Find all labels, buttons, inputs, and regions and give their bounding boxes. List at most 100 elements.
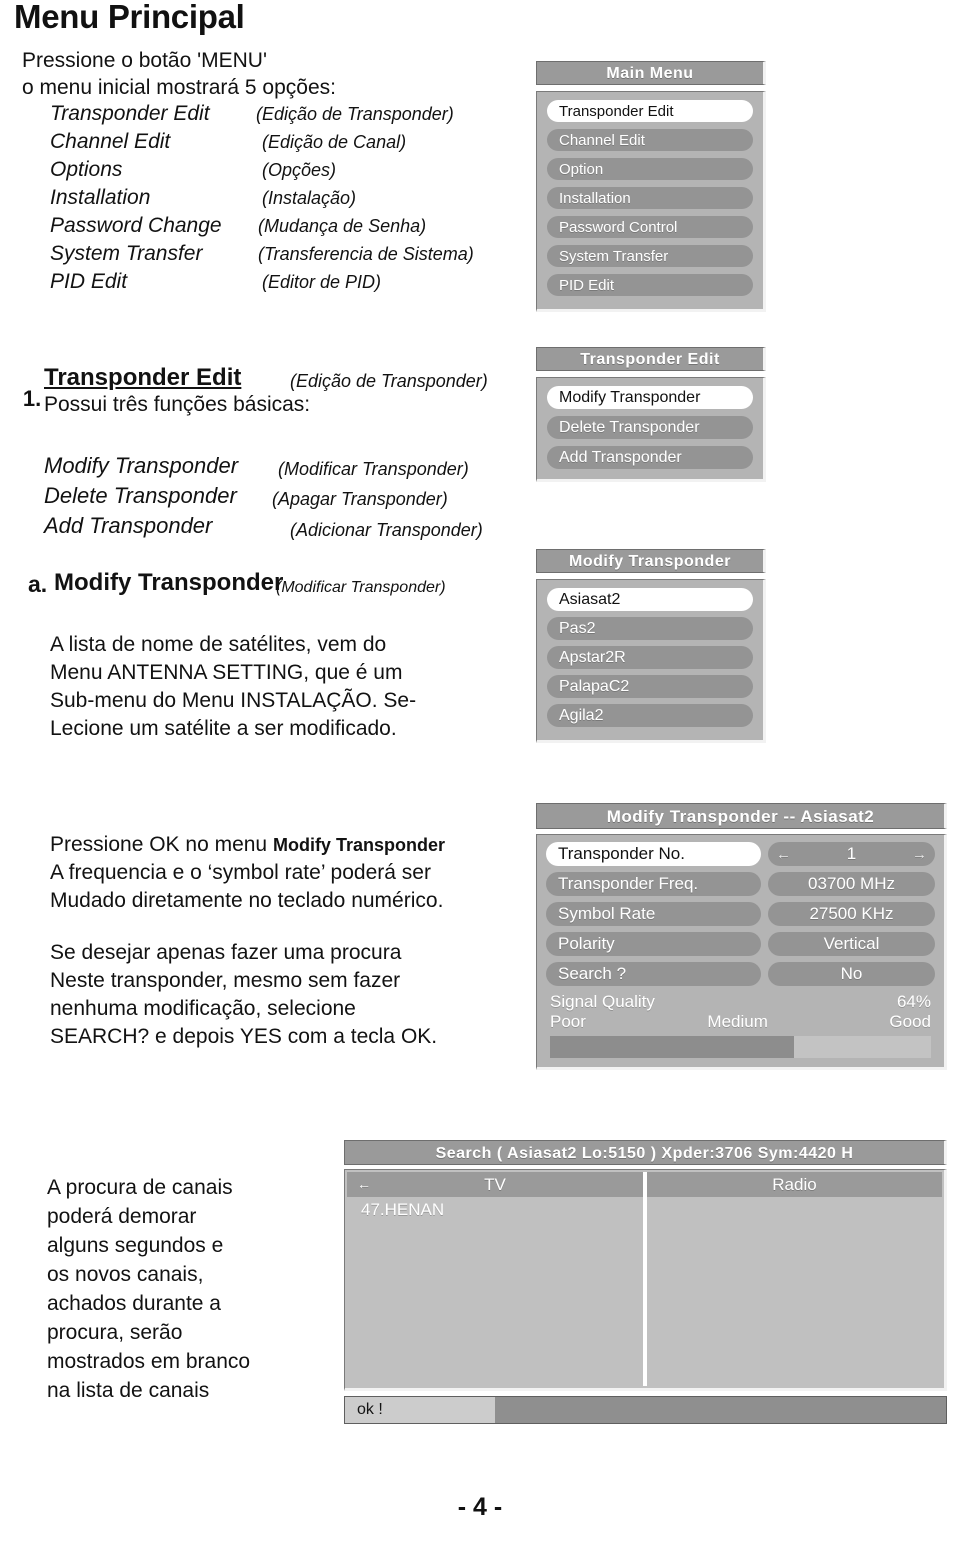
transponder-edit-item-label: Modify Transponder	[559, 388, 701, 406]
main-menu-item-label: Transponder Edit	[559, 102, 674, 120]
section1-func-en-0: Modify Transponder	[44, 453, 239, 478]
main-menu-title: Main Menu	[536, 61, 766, 85]
tv-list-header: ← TV	[347, 1172, 643, 1197]
section1-subtitle: Possui três funções básicas:	[44, 393, 311, 416]
signal-quality-percent: 64%	[896, 992, 931, 1011]
section1-func-pt-2: (Adicionar Transponder)	[290, 520, 483, 540]
section-b-para1-bold: Modify Transponder	[272, 835, 445, 855]
section-a-body-2: Sub-menu do Menu INSTALAÇÃO. Se-	[50, 689, 417, 712]
intro-option-pt-5: (Transferencia de Sistema)	[258, 244, 474, 264]
section-c-line-4: achados durante a	[47, 1292, 221, 1315]
section1-func-en-1: Delete Transponder	[44, 483, 237, 508]
page-number: - 4 -	[457, 1493, 503, 1521]
detail-label-text: Search ?	[558, 964, 627, 983]
section1-func-en-2: Add Transponder	[44, 513, 213, 538]
modify-transponder-panel: Asiasat2 Pas2 Apstar2R PalapaC2 Agila2	[536, 579, 766, 743]
detail-value-text: No	[840, 964, 863, 983]
signal-scale-poor: Poor	[550, 1012, 586, 1031]
intro-option-pt-0: (Edição de Transponder)	[256, 104, 454, 124]
section-c-line-7: na lista de canais	[47, 1379, 210, 1402]
radio-header-label: Radio	[772, 1175, 817, 1194]
detail-row-transponder-freq: Transponder Freq. 03700 MHz	[546, 872, 935, 896]
detail-value-search[interactable]: No	[768, 962, 935, 986]
main-menu-item-label: Installation	[559, 189, 631, 207]
tv-list-item[interactable]: 47.HENAN	[347, 1197, 643, 1220]
section-b-para1-line2: A frequencia e o ‘symbol rate’ poderá se…	[50, 861, 431, 884]
intro-option-en-0: Transponder Edit	[50, 102, 210, 125]
satellite-item-palapac2[interactable]: PalapaC2	[547, 675, 753, 698]
section1-func-pt-0: (Modificar Transponder)	[278, 459, 469, 479]
satellite-item-agila2[interactable]: Agila2	[547, 704, 753, 727]
detail-label-search[interactable]: Search ?	[546, 962, 761, 986]
signal-scale-medium: Medium	[707, 1012, 768, 1031]
intro-option-pt-3: (Instalação)	[262, 188, 357, 208]
section1-heading-pt: (Edição de Transponder)	[290, 371, 488, 391]
detail-row-search: Search ? No	[546, 962, 935, 986]
back-arrow-icon[interactable]: ←	[357, 1172, 371, 1197]
section-a-body-3: Lecione um satélite a ser modificado.	[50, 717, 397, 740]
detail-panel-title: Modify Transponder -- Asiasat2	[536, 803, 947, 829]
transponder-edit-panel: Modify Transponder Delete Transponder Ad…	[536, 377, 766, 482]
detail-value-transponder-no[interactable]: ← 1 →	[768, 842, 935, 866]
section-a-heading-pt: (Modificar Transponder)	[276, 579, 446, 596]
arrow-left-icon[interactable]: ←	[776, 847, 791, 862]
detail-row-polarity: Polarity Vertical	[546, 932, 935, 956]
satellite-item-apstar2r[interactable]: Apstar2R	[547, 646, 753, 669]
arrow-right-icon[interactable]: →	[912, 847, 927, 862]
detail-value-text: Vertical	[823, 934, 880, 953]
transponder-edit-item-delete[interactable]: Delete Transponder	[547, 416, 753, 439]
detail-label-text: Transponder No.	[558, 844, 685, 863]
section-c-line-2: alguns segundos e	[47, 1234, 224, 1257]
section1-heading: Transponder Edit	[44, 364, 242, 391]
transponder-edit-title: Transponder Edit	[536, 347, 766, 371]
transponder-edit-item-add[interactable]: Add Transponder	[547, 446, 753, 469]
detail-panel: Transponder No. ← 1 → Transponder Freq. …	[536, 834, 947, 1070]
main-menu-item-channel-edit[interactable]: Channel Edit	[547, 129, 753, 151]
section-c-line-6: mostrados em branco	[47, 1350, 251, 1373]
transponder-edit-item-label: Add Transponder	[559, 448, 682, 466]
detail-label-transponder-freq[interactable]: Transponder Freq.	[546, 872, 761, 896]
intro-option-pt-1: (Edição de Canal)	[262, 132, 407, 152]
radio-list-header: Radio	[647, 1172, 942, 1197]
detail-row-symbol-rate: Symbol Rate 27500 KHz	[546, 902, 935, 926]
signal-quality-bar-fill	[550, 1036, 794, 1058]
section1-number: 1.	[14, 365, 41, 412]
main-menu-item-transponder-edit[interactable]: Transponder Edit	[547, 100, 753, 122]
tv-list-column: ← TV 47.HENAN	[347, 1172, 647, 1386]
satellite-item-pas2[interactable]: Pas2	[547, 617, 753, 640]
section-a-number: a.	[28, 571, 48, 597]
detail-label-transponder-no[interactable]: Transponder No.	[546, 842, 761, 866]
main-menu-item-system-transfer[interactable]: System Transfer	[547, 245, 753, 267]
detail-label-text: Polarity	[558, 934, 615, 953]
main-menu-item-pid-edit[interactable]: PID Edit	[547, 274, 753, 296]
main-menu-item-installation[interactable]: Installation	[547, 187, 753, 209]
main-menu-item-label: PID Edit	[559, 276, 615, 294]
section-b-para2-line2: nenhuma modificação, selecione	[50, 997, 356, 1020]
detail-label-text: Transponder Freq.	[558, 874, 699, 893]
detail-label-symbol-rate[interactable]: Symbol Rate	[546, 902, 761, 926]
transponder-edit-item-modify[interactable]: Modify Transponder	[547, 386, 753, 409]
main-menu-item-label: Option	[559, 160, 604, 178]
intro-option-en-5: System Transfer	[50, 242, 203, 265]
signal-scale-good: Good	[889, 1012, 931, 1031]
section-c-line-3: os novos canais,	[47, 1263, 204, 1286]
section-c-line-1: poderá demorar	[47, 1205, 197, 1228]
detail-value-polarity[interactable]: Vertical	[768, 932, 935, 956]
satellite-item-label: Agila2	[559, 706, 604, 724]
section-c-line-0: A procura de canais	[47, 1176, 233, 1199]
radio-list-column: Radio	[647, 1172, 942, 1386]
section-b-para2-line1: Neste transponder, mesmo sem fazer	[50, 969, 401, 992]
detail-row-transponder-no: Transponder No. ← 1 →	[546, 842, 935, 866]
section-b-para1-line3: Mudado diretamente no teclado numérico.	[50, 889, 444, 912]
detail-value-symbol-rate[interactable]: 27500 KHz	[768, 902, 935, 926]
intro-line-2: o menu inicial mostrará 5 opções:	[22, 76, 336, 99]
detail-value-transponder-freq[interactable]: 03700 MHz	[768, 872, 935, 896]
detail-value-text: 27500 KHz	[809, 904, 894, 923]
satellite-item-asiasat2[interactable]: Asiasat2	[547, 588, 753, 611]
signal-quality-label: Signal Quality	[550, 992, 655, 1011]
main-menu-item-label: System Transfer	[559, 247, 669, 265]
detail-label-polarity[interactable]: Polarity	[546, 932, 761, 956]
detail-value-text: 03700 MHz	[808, 874, 895, 893]
main-menu-item-password-control[interactable]: Password Control	[547, 216, 753, 238]
main-menu-item-option[interactable]: Option	[547, 158, 753, 180]
